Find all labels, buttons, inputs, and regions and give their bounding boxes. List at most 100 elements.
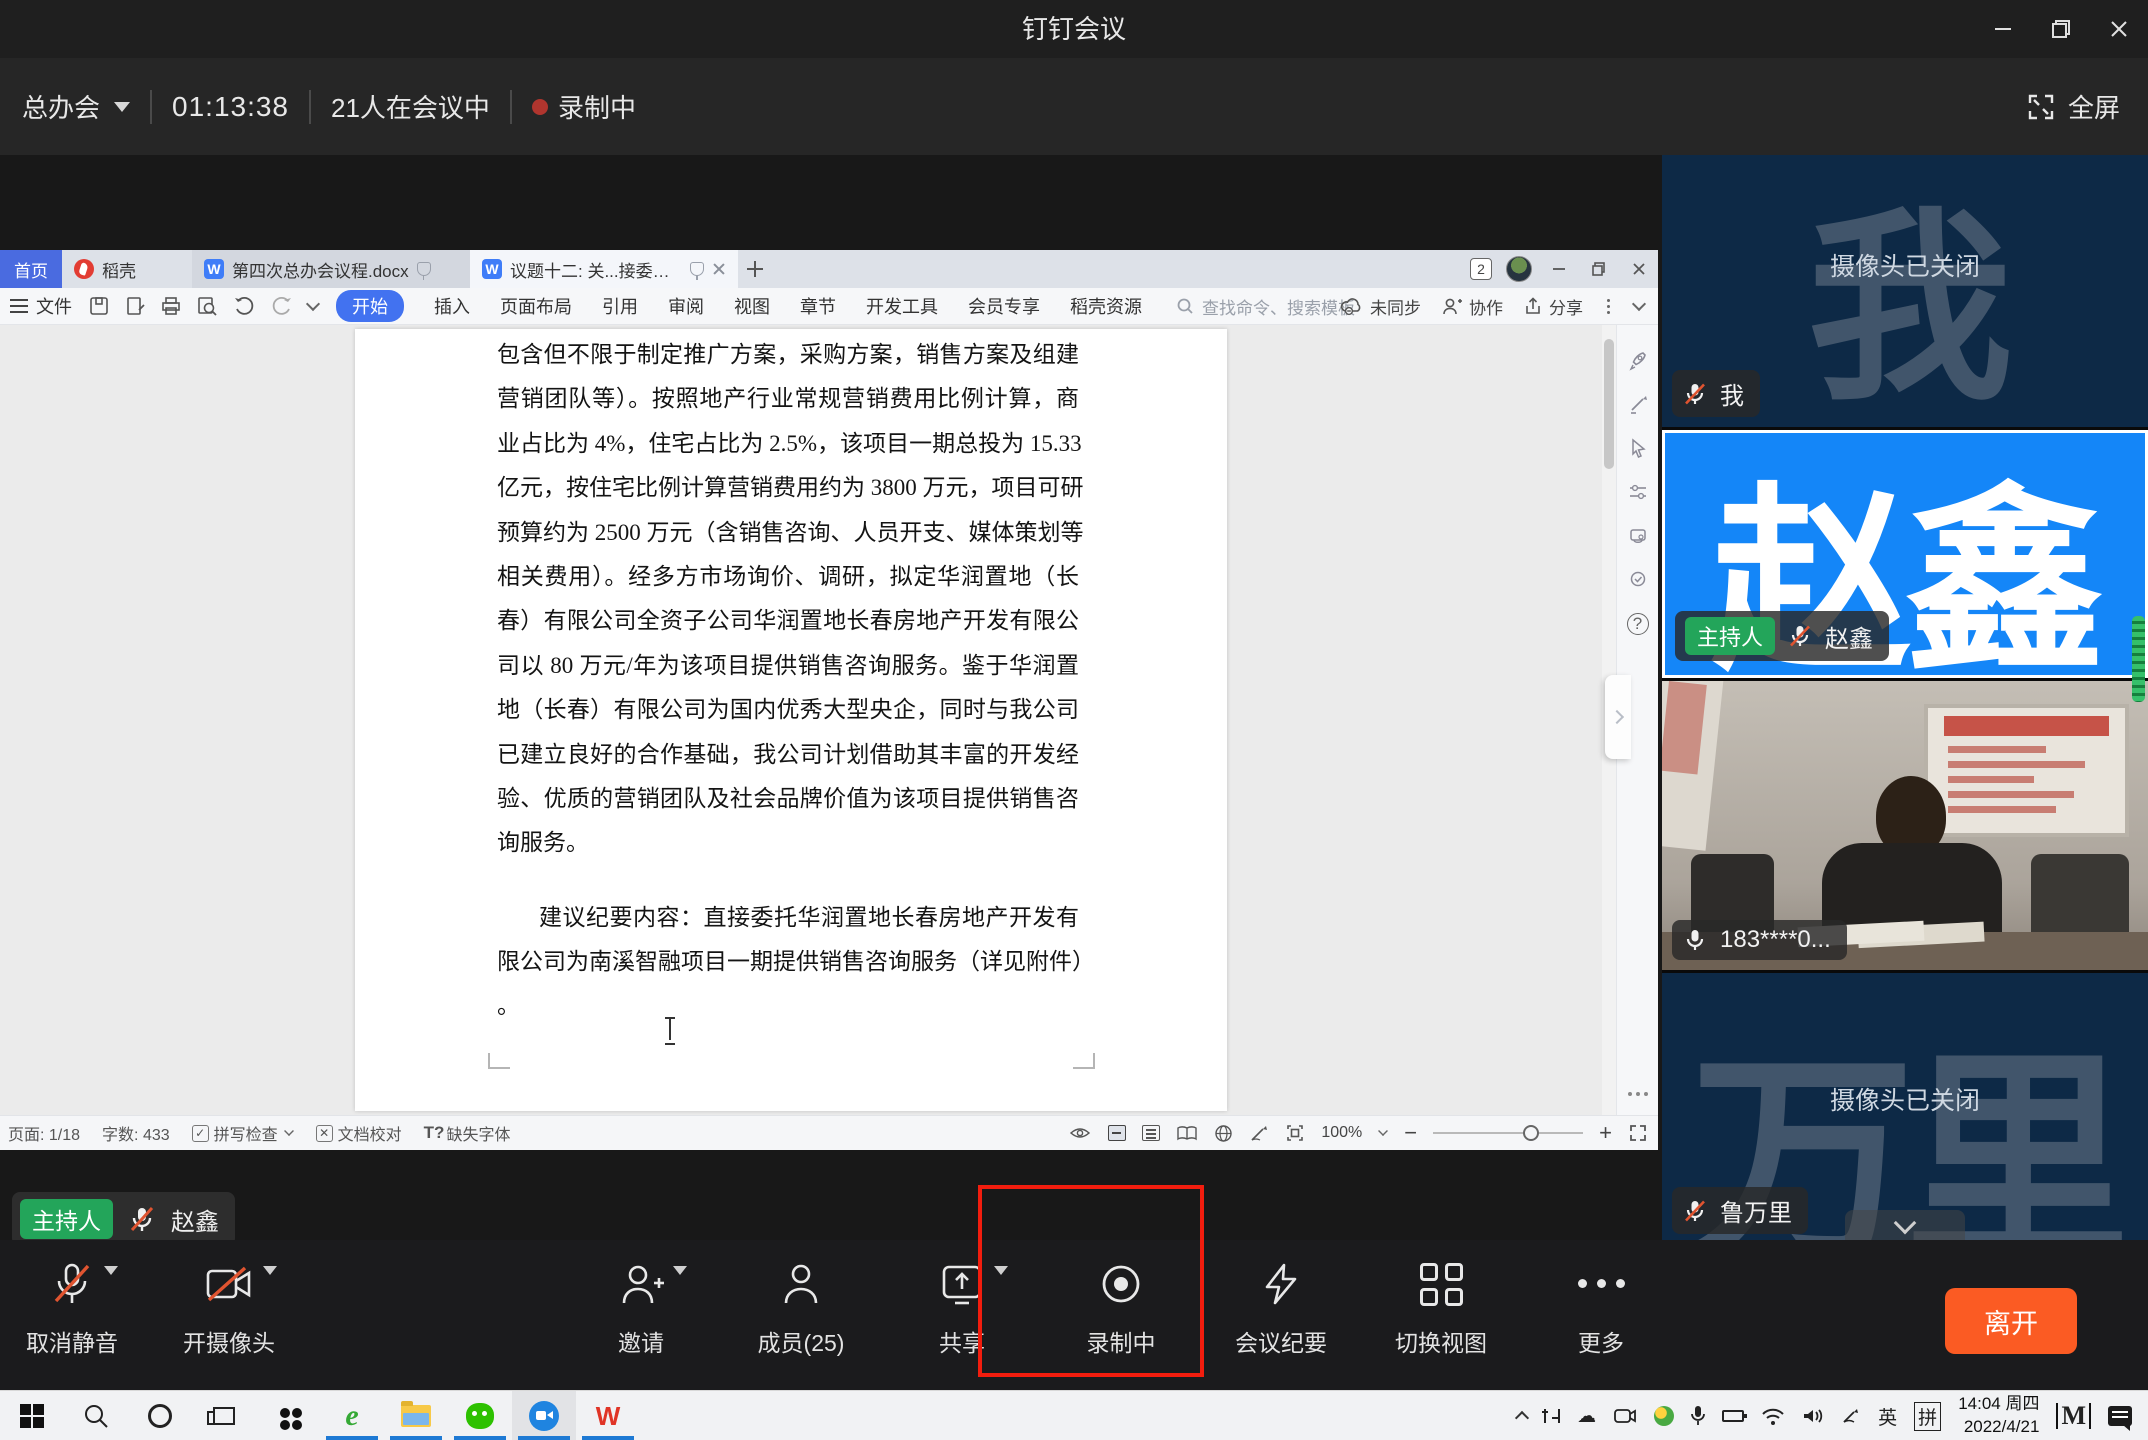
fullscreen-button[interactable]: 全屏 <box>2026 58 2120 155</box>
pin-icon[interactable] <box>417 262 431 276</box>
taskbar-wps[interactable]: W <box>576 1391 640 1440</box>
antivirus-360-icon[interactable] <box>1654 1406 1674 1426</box>
action-center-icon[interactable] <box>2108 1406 2132 1426</box>
menu-tab-review[interactable]: 审阅 <box>668 293 704 319</box>
maximize-button[interactable] <box>2032 0 2090 58</box>
pinned-app-button[interactable] <box>256 1391 320 1440</box>
taskbar-wechat[interactable] <box>448 1391 512 1440</box>
taskbar-dingtalk-active[interactable] <box>512 1391 576 1440</box>
video-tile-luwanli[interactable]: 万里 摄像头已关闭 鲁万里 <box>1662 973 2148 1244</box>
menu-tab-start[interactable]: 开始 <box>336 290 404 322</box>
search-button[interactable] <box>64 1391 128 1440</box>
start-button[interactable] <box>0 1391 64 1440</box>
collapse-tiles-button[interactable] <box>1845 1210 1965 1244</box>
zoom-level[interactable]: 100% <box>1321 1124 1362 1142</box>
wps-tab-home[interactable]: 首页 <box>0 250 62 288</box>
zoom-slider[interactable] <box>1433 1132 1583 1134</box>
rail-expand-button[interactable] <box>1605 675 1631 759</box>
close-tab-icon[interactable] <box>712 262 726 276</box>
video-tile-zhaoxin-active[interactable]: 赵鑫 主持人 赵鑫 <box>1662 430 2148 678</box>
eye-protect-icon[interactable] <box>1068 1124 1092 1142</box>
video-tile-183[interactable]: 183****0... <box>1662 681 2148 970</box>
redo-icon[interactable] <box>270 295 294 317</box>
zoom-slider-knob[interactable] <box>1523 1125 1539 1141</box>
chevron-down-icon[interactable] <box>306 297 320 311</box>
sync-status-button[interactable]: 未同步 <box>1340 294 1421 319</box>
help-icon[interactable]: ? <box>1627 613 1649 635</box>
invite-button[interactable]: 邀请 <box>561 1258 721 1358</box>
mixer-icon[interactable] <box>1544 1409 1560 1423</box>
collaborate-button[interactable]: 协作 <box>1441 294 1503 319</box>
chevron-down-icon[interactable] <box>104 1266 118 1275</box>
undo-icon[interactable] <box>232 295 256 317</box>
print-icon[interactable] <box>160 295 182 317</box>
close-button[interactable] <box>2090 0 2148 58</box>
share-button[interactable]: 分享 <box>1523 294 1583 319</box>
chevron-down-icon[interactable] <box>673 1266 687 1275</box>
wps-tab-document2-active[interactable]: W议题十二: 关...接委托的议题 <box>470 250 738 288</box>
spell-check-toggle[interactable]: ✓拼写检查 <box>192 1121 294 1145</box>
menu-tab-docer-res[interactable]: 稻壳资源 <box>1070 293 1142 319</box>
menu-tab-references[interactable]: 引用 <box>602 293 638 319</box>
wps-restore-button[interactable] <box>1586 256 1612 282</box>
taskbar-ie[interactable]: e <box>320 1391 384 1440</box>
meeting-room-selector[interactable]: 总办会 <box>0 88 130 125</box>
badge-icon[interactable] <box>1627 569 1649 591</box>
unmute-button[interactable]: 取消静音 <box>0 1258 152 1358</box>
meeting-minutes-button[interactable]: 会议纪要 <box>1201 1258 1361 1358</box>
menu-tab-page-layout[interactable]: 页面布局 <box>500 293 572 319</box>
export-pdf-icon[interactable] <box>124 295 146 317</box>
leave-meeting-button[interactable]: 离开 <box>1945 1288 2077 1354</box>
print-preview-icon[interactable] <box>196 295 218 317</box>
pin-icon[interactable] <box>690 262 704 276</box>
more-button[interactable]: 更多 <box>1521 1258 1681 1358</box>
view-book-icon[interactable] <box>1176 1125 1198 1142</box>
view-outline-icon[interactable] <box>1142 1125 1160 1141</box>
document-page[interactable]: 包含但不限于制定推广方案，采购方案，销售方案及组建 营销团队等）。按照地产行业常… <box>355 329 1227 1111</box>
fullscreen-doc-icon[interactable] <box>1628 1123 1648 1143</box>
scrollbar-thumb[interactable] <box>1604 339 1614 469</box>
view-web-icon[interactable] <box>1214 1124 1233 1143</box>
menu-tab-member[interactable]: 会员专享 <box>968 293 1040 319</box>
collapse-ribbon-icon[interactable] <box>1632 297 1646 311</box>
wps-tab-docer[interactable]: 稻壳 <box>62 250 192 288</box>
zoom-out-button[interactable]: − <box>1404 1122 1417 1144</box>
cortana-button[interactable] <box>128 1391 192 1440</box>
taskbar-clock[interactable]: 14:04 周四2022/4/21 <box>1958 1393 2039 1439</box>
save-icon[interactable] <box>88 295 110 317</box>
switch-view-button[interactable]: 切换视图 <box>1361 1258 1521 1358</box>
ime-language-indicator[interactable]: 英 <box>1878 1403 1897 1430</box>
zoom-in-button[interactable]: + <box>1599 1122 1612 1144</box>
menu-tab-insert[interactable]: 插入 <box>434 293 470 319</box>
menu-tab-section[interactable]: 章节 <box>800 293 836 319</box>
chevron-down-icon[interactable] <box>1378 1126 1388 1136</box>
tray-expand-icon[interactable] <box>1515 1411 1529 1425</box>
wps-tab-document1[interactable]: W第四次总办会议程.docx <box>192 250 470 288</box>
wps-minimize-button[interactable] <box>1546 256 1572 282</box>
view-page-icon[interactable] <box>1108 1125 1126 1141</box>
fit-page-icon[interactable] <box>1285 1123 1305 1143</box>
members-button[interactable]: 成员(25) <box>721 1258 881 1358</box>
missing-font-indicator[interactable]: T?缺失字体 <box>424 1121 511 1145</box>
ink-pen-icon[interactable] <box>1249 1124 1269 1143</box>
cloud-icon[interactable]: ☁ <box>1577 1405 1596 1428</box>
command-search[interactable]: 查找命令、搜索模板 <box>1176 294 1355 319</box>
adjust-icon[interactable] <box>1627 481 1649 503</box>
menu-tab-dev-tools[interactable]: 开发工具 <box>866 293 938 319</box>
video-tile-me[interactable]: 我 摄像头已关闭 我 <box>1662 155 2148 427</box>
task-view-button[interactable] <box>192 1391 256 1440</box>
ime-pinyin-indicator[interactable]: 拼 <box>1914 1402 1941 1431</box>
m-app-icon[interactable]: M <box>2056 1403 2091 1429</box>
pen-icon[interactable] <box>1627 393 1649 415</box>
ink-workspace-icon[interactable] <box>1841 1406 1861 1426</box>
wps-close-button[interactable] <box>1626 256 1652 282</box>
wps-account-avatar[interactable] <box>1506 256 1532 282</box>
doc-proof-toggle[interactable]: ✕文档校对 <box>316 1121 402 1145</box>
rocket-icon[interactable] <box>1627 349 1649 371</box>
speaker-icon[interactable] <box>1802 1406 1824 1426</box>
rail-more-icon[interactable] <box>1617 1083 1658 1101</box>
new-tab-button[interactable] <box>738 250 772 288</box>
screen-record-icon[interactable] <box>1613 1406 1637 1426</box>
camera-on-button[interactable]: 开摄像头 <box>149 1258 309 1358</box>
stamp-icon[interactable] <box>1627 525 1649 547</box>
